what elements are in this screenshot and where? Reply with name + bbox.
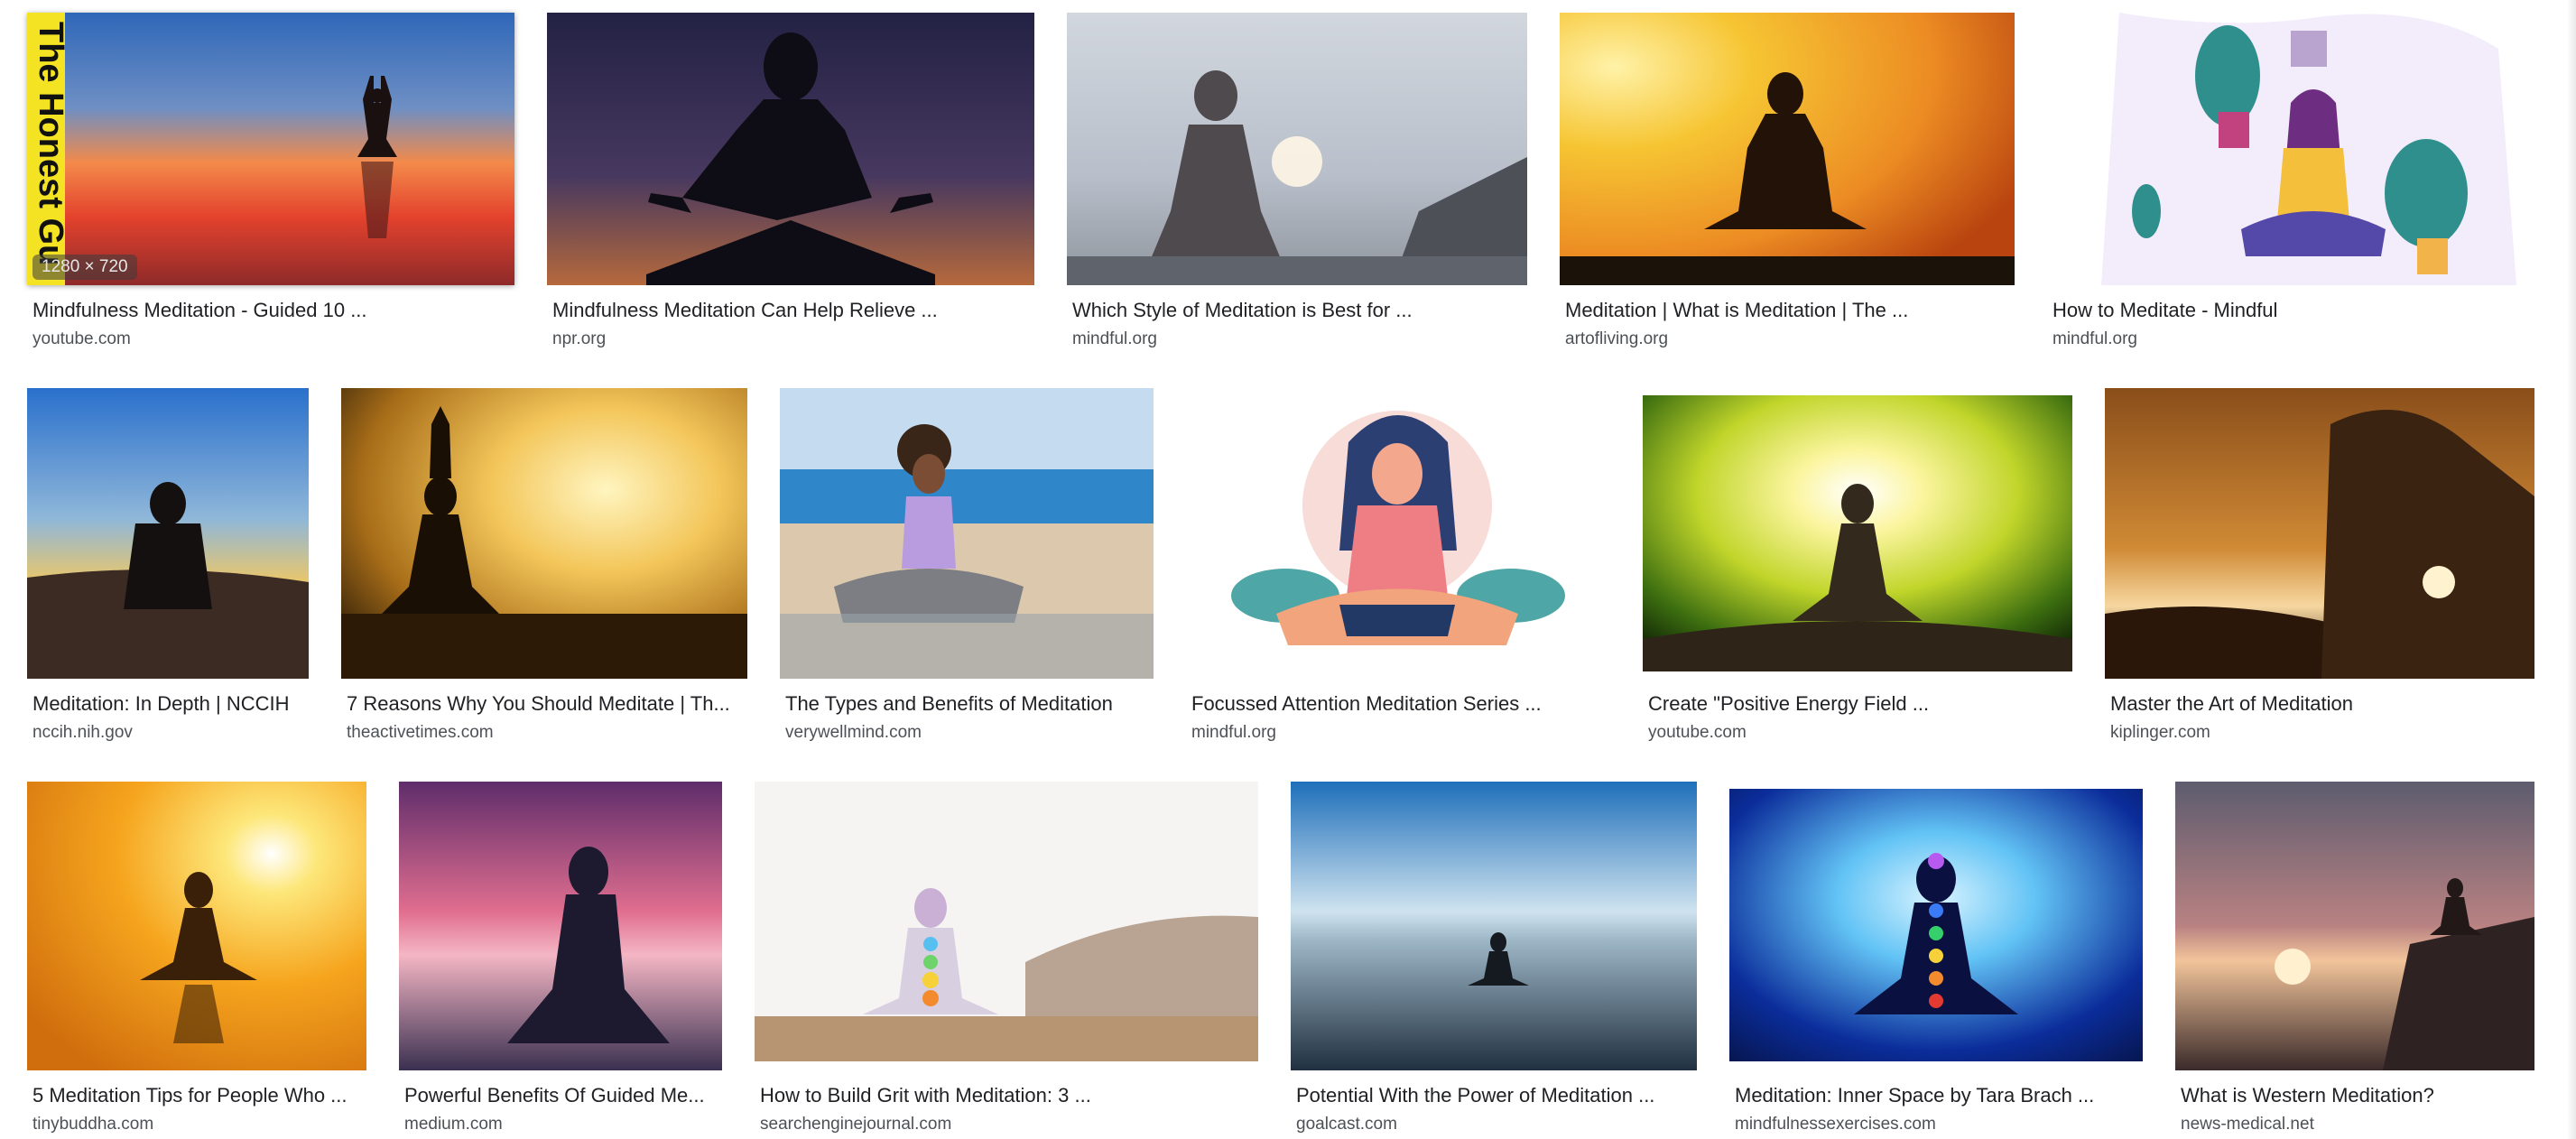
meditator-energy-burst-image [1643,395,2072,671]
result-source[interactable]: npr.org [552,329,606,350]
result-source[interactable]: tinybuddha.com [32,1114,153,1135]
result-source[interactable]: news-medical.net [2181,1114,2314,1135]
result-thumbnail[interactable] [399,782,722,1070]
chakra-figure-light-rays-image [1729,789,2143,1061]
result-source[interactable]: theactivetimes.com [347,722,494,744]
result-card[interactable]: Powerful Benefits Of Guided Me... medium… [399,782,722,1139]
result-source[interactable]: medium.com [404,1114,503,1135]
result-card[interactable]: 5 Meditation Tips for People Who ... tin… [27,782,366,1139]
result-thumbnail[interactable] [1729,789,2143,1061]
illustration-woman-lotus-image [1186,388,1608,679]
woman-beach-meditating-image [780,388,1154,679]
result-thumbnail[interactable] [1186,388,1608,679]
result-thumbnail[interactable] [341,388,747,679]
result-card[interactable]: How to Build Grit with Meditation: 3 ...… [755,782,1258,1139]
meditator-beach-sky-image [1291,782,1697,1070]
result-title[interactable]: Create "Positive Energy Field ... [1648,691,2078,717]
result-title[interactable]: Mindfulness Meditation - Guided 10 ... [32,298,520,323]
result-card[interactable]: 7 Reasons Why You Should Meditate | Th..… [341,388,747,745]
result-source[interactable]: goalcast.com [1296,1114,1397,1135]
result-title[interactable]: What is Western Meditation? [2181,1083,2540,1108]
result-card[interactable]: Create "Positive Energy Field ... youtub… [1643,395,2072,745]
scrollbar-edge[interactable] [2567,0,2576,1139]
result-source[interactable]: searchenginejournal.com [760,1114,951,1135]
result-title[interactable]: 5 Meditation Tips for People Who ... [32,1083,372,1108]
result-title[interactable]: Mindfulness Meditation Can Help Relieve … [552,298,1040,323]
result-card[interactable]: Focussed Attention Meditation Series ...… [1186,388,1608,745]
result-card[interactable]: Which Style of Meditation is Best for ..… [1067,13,1527,350]
result-card[interactable]: Potential With the Power of Meditation .… [1291,782,1697,1139]
result-thumbnail[interactable] [1643,395,2072,671]
result-source[interactable]: kiplinger.com [2110,722,2210,744]
result-title[interactable]: Meditation | What is Meditation | The ..… [1565,298,2020,323]
sunset-meditator-image: The Honest Gu [27,13,514,285]
image-dimensions-badge: 1280 × 720 [32,255,137,280]
result-thumbnail[interactable] [2105,388,2534,679]
result-thumbnail[interactable] [780,388,1154,679]
woman-back-sea-image [1067,13,1527,285]
result-card[interactable]: The Types and Benefits of Meditation ver… [780,388,1154,745]
silhouette-meditator-image [547,13,1034,285]
result-thumbnail[interactable] [755,782,1258,1061]
result-source[interactable]: mindful.org [1191,722,1276,744]
result-card[interactable]: Meditation: In Depth | NCCIH nccih.nih.g… [27,388,309,745]
result-thumbnail[interactable] [27,782,366,1070]
result-title[interactable]: Powerful Benefits Of Guided Me... [404,1083,727,1108]
result-thumbnail[interactable] [2175,782,2534,1070]
result-thumbnail[interactable] [1560,13,2015,285]
result-title[interactable]: Potential With the Power of Meditation .… [1296,1083,1702,1108]
result-title[interactable]: Focussed Attention Meditation Series ... [1191,691,1614,717]
result-source[interactable]: youtube.com [1648,722,1747,744]
result-card[interactable]: Master the Art of Meditation kiplinger.c… [2105,388,2534,745]
raised-arms-meditator-image [341,388,747,679]
result-thumbnail[interactable] [2047,13,2534,285]
result-source[interactable]: nccih.nih.gov [32,722,133,744]
result-thumbnail[interactable] [1067,13,1527,285]
meditator-sun-reflection-image [27,782,366,1070]
result-source[interactable]: mindful.org [2052,329,2137,350]
result-title[interactable]: 7 Reasons Why You Should Meditate | Th..… [347,691,753,717]
illustration-woman-plants-image [2047,13,2534,285]
result-source[interactable]: mindfulnessexercises.com [1735,1114,1936,1135]
result-title[interactable]: The Types and Benefits of Meditation [785,691,1159,717]
chakra-meditator-deck-image [755,782,1258,1061]
result-card[interactable]: Mindfulness Meditation Can Help Relieve … [547,13,1034,350]
result-title[interactable]: Which Style of Meditation is Best for ..… [1072,298,1533,323]
meditator-sunrise-image [1560,13,2015,285]
result-title[interactable]: How to Meditate - Mindful [2052,298,2540,323]
result-card[interactable]: Meditation | What is Meditation | The ..… [1560,13,2015,350]
result-source[interactable]: artofliving.org [1565,329,1668,350]
man-back-sunset-image [27,388,309,679]
woman-cliff-sunset-image [2175,782,2534,1070]
result-title[interactable]: How to Build Grit with Meditation: 3 ... [760,1083,1264,1108]
closeup-meditator-sunset-image [2105,388,2534,679]
result-thumbnail[interactable]: The Honest Gu 1280 × 720 [27,13,514,285]
result-source[interactable]: youtube.com [32,329,131,350]
result-card[interactable]: How to Meditate - Mindful mindful.org [2047,13,2534,350]
result-card[interactable]: The Honest Gu 1280 × 720 Mindfulness Med… [27,13,514,350]
result-title[interactable]: Master the Art of Meditation [2110,691,2540,717]
woman-sea-dusk-image [399,782,722,1070]
result-thumbnail[interactable] [27,388,309,679]
result-title[interactable]: Meditation: Inner Space by Tara Brach ..… [1735,1083,2148,1108]
result-card[interactable]: Meditation: Inner Space by Tara Brach ..… [1729,789,2143,1139]
result-source[interactable]: verywellmind.com [785,722,922,744]
result-source[interactable]: mindful.org [1072,329,1157,350]
svg-text:The Honest Gu: The Honest Gu [32,22,69,265]
result-thumbnail[interactable] [547,13,1034,285]
result-thumbnail[interactable] [1291,782,1697,1070]
result-title[interactable]: Meditation: In Depth | NCCIH [32,691,314,717]
result-card[interactable]: What is Western Meditation? news-medical… [2175,782,2534,1139]
